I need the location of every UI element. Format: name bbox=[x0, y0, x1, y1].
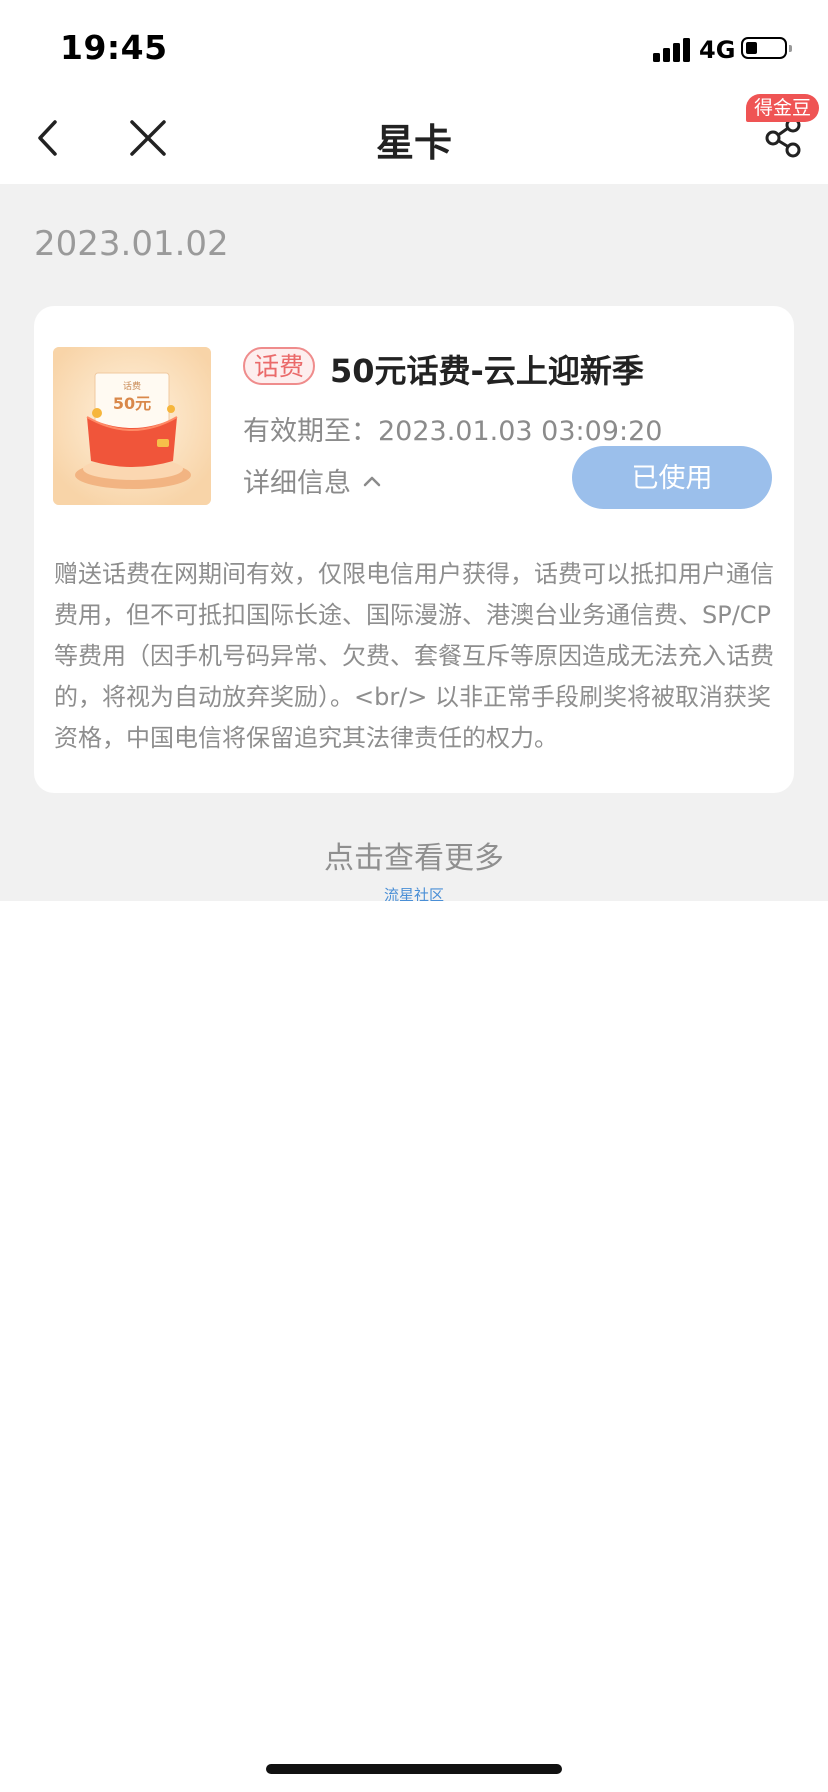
used-status-button[interactable]: 已使用 bbox=[572, 446, 772, 509]
thumb-amount: 50元 bbox=[113, 394, 151, 413]
category-tag: 话费 bbox=[243, 347, 316, 385]
network-type: 4G bbox=[699, 36, 736, 64]
coupon-card: 话费 50元 话费 50元话费-云上迎新季 有效期至：2023.01.03 03… bbox=[34, 306, 794, 793]
coupon-title: 50元话费-云上迎新季 bbox=[330, 352, 644, 390]
view-more-link[interactable]: 点击查看更多 bbox=[0, 833, 828, 877]
status-bar: 19:45 4G bbox=[0, 0, 828, 92]
status-time: 19:45 bbox=[60, 28, 168, 67]
cellular-signal-icon bbox=[653, 38, 691, 62]
thumb-top-text: 话费 bbox=[123, 380, 141, 392]
navigation-bar: 星卡 得金豆 bbox=[0, 92, 828, 184]
chevron-up-icon bbox=[363, 476, 381, 486]
home-indicator[interactable] bbox=[266, 1764, 562, 1774]
battery-icon bbox=[741, 37, 792, 59]
gold-bean-badge[interactable]: 得金豆 bbox=[746, 94, 820, 122]
page-title: 星卡 bbox=[375, 121, 452, 165]
date-header: 2023.01.02 bbox=[34, 224, 229, 264]
share-icon bbox=[765, 117, 801, 158]
content-area: 2023.01.02 话费 50元 话费 50元话费-云上迎新季 有效期至：20… bbox=[0, 184, 828, 901]
watermark-text: 流星社区 bbox=[383, 886, 444, 901]
share-button[interactable] bbox=[762, 116, 806, 160]
detail-toggle[interactable]: 详细信息 bbox=[243, 461, 383, 500]
coupon-thumbnail: 话费 50元 bbox=[53, 347, 211, 505]
coupon-description: 赠送话费在网期间有效，仅限电信用户获得，话费可以抵扣用户通信费用，但不可抵扣国际… bbox=[54, 560, 774, 752]
detail-label: 详细信息 bbox=[243, 468, 351, 499]
validity-text: 有效期至：2023.01.03 03:09:20 bbox=[243, 416, 663, 447]
